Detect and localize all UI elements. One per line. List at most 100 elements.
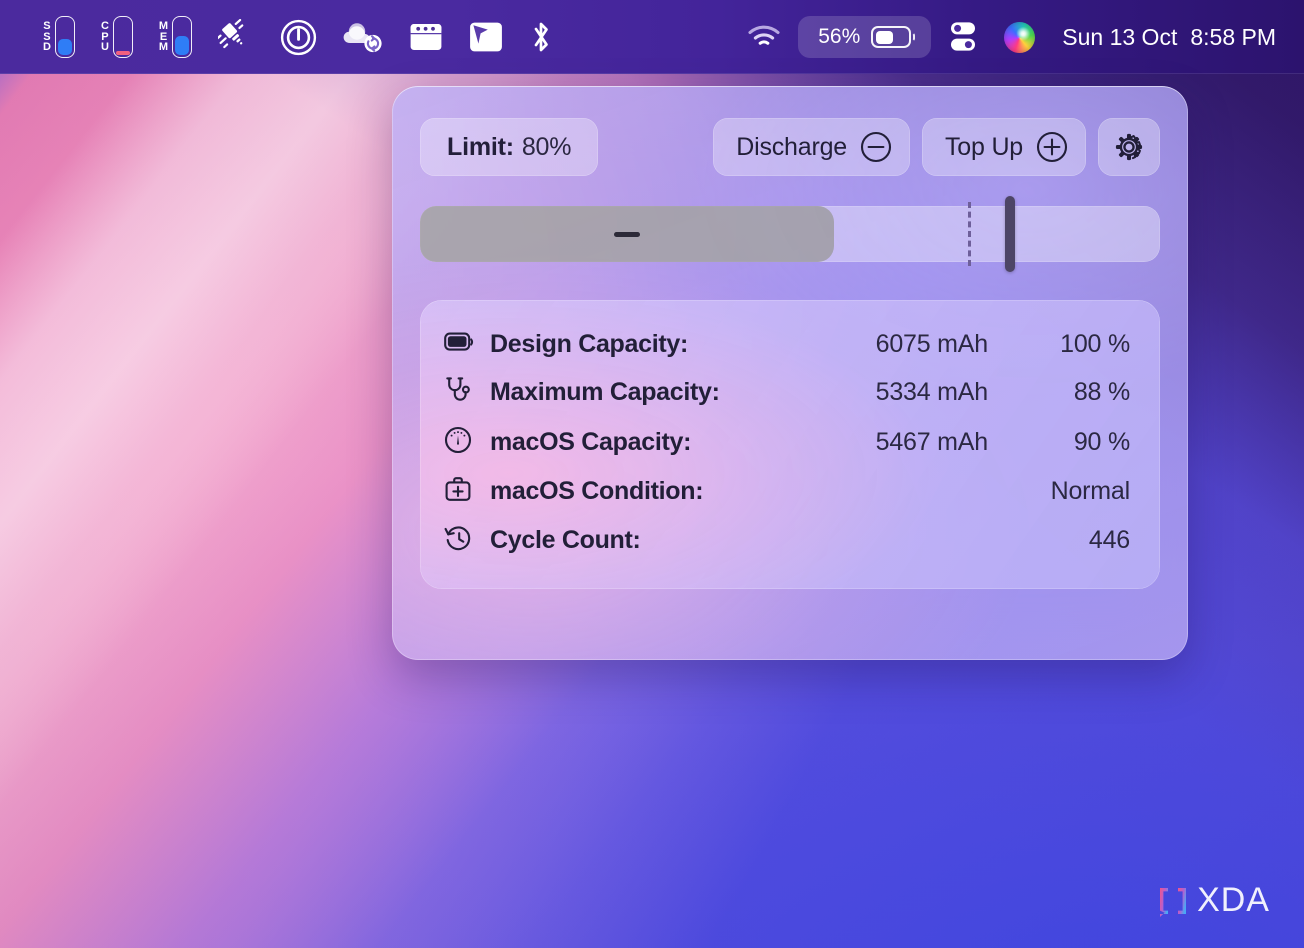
window-dots-icon — [410, 24, 442, 50]
mem-gauge-label: M E M — [159, 21, 168, 53]
medkit-icon — [445, 477, 471, 501]
stat-mah — [815, 516, 1022, 565]
top-up-button-label: Top Up — [944, 132, 1023, 161]
clock-time: 8:58 PM — [1190, 23, 1276, 50]
stat-mah — [815, 467, 1022, 516]
cpu-letter-3: U — [100, 41, 109, 54]
ssd-gauge-fill — [57, 38, 72, 55]
gear-icon — [1115, 133, 1143, 161]
popover-header: Limit: 80% Discharge Top Up — [392, 86, 1188, 176]
stat-mah: 5334 mAh — [875, 378, 989, 406]
stat-label: Maximum Capacity: — [490, 378, 720, 406]
menu-bar-item-siri[interactable] — [991, 10, 1048, 64]
table-row: macOS Capacity: 5467 mAh 90 % — [444, 418, 1130, 467]
menu-bar-item-pointer[interactable] — [456, 10, 516, 64]
menu-bar-clock[interactable]: Sun 13 Oct 8:58 PM — [1048, 24, 1286, 51]
row-icon-cell — [444, 322, 490, 367]
discharge-button[interactable]: Discharge — [713, 118, 910, 176]
charge-slider-fill — [420, 206, 835, 262]
ssd-gauge-label: S S D — [43, 21, 51, 53]
battery-popover-panel: Limit: 80% Discharge Top Up Design Capac… — [392, 86, 1188, 660]
gauge-icon — [444, 426, 472, 454]
row-icon-cell — [444, 367, 490, 418]
xda-watermark: XDA — [1156, 881, 1270, 920]
battery-body — [871, 26, 912, 48]
table-row: Cycle Count: 446 — [444, 516, 1130, 565]
menu-bar-right-group: 56% Sun 13 Oct 8:58 PM — [734, 10, 1304, 64]
power-circle-icon — [280, 19, 317, 55]
stat-percent: 100 % — [1060, 330, 1130, 358]
cleanmymac-icon — [218, 19, 244, 49]
row-icon-cell — [444, 467, 490, 516]
mem-gauge[interactable]: M E M — [159, 16, 193, 58]
pointer-square-icon — [470, 22, 502, 52]
battery-icon — [444, 332, 474, 351]
menu-bar-item-cleanmymac[interactable] — [205, 10, 267, 64]
battery-tip — [911, 32, 916, 42]
stat-label: macOS Condition: — [490, 477, 704, 505]
table-row: Design Capacity: 6075 mAh 100 % — [444, 322, 1130, 367]
cloud-sync-icon — [343, 23, 382, 53]
menu-bar-item-ssd[interactable]: S S D — [30, 10, 88, 64]
menu-bar-item-wifi[interactable] — [734, 10, 794, 64]
settings-button[interactable] — [1098, 118, 1160, 176]
ssd-gauge-tube — [54, 16, 75, 58]
ssd-gauge[interactable]: S S D — [43, 16, 75, 58]
slider-dash-indicator — [614, 231, 641, 237]
control-center-icon — [951, 22, 976, 51]
mem-letter-3: M — [158, 41, 169, 54]
charge-limit-key: Limit: — [447, 132, 514, 161]
siri-icon — [1004, 21, 1036, 53]
table-row: Maximum Capacity: 5334 mAh 88 % — [444, 367, 1130, 418]
menu-bar-item-bluetooth[interactable] — [516, 10, 566, 64]
battery-icon — [871, 26, 916, 48]
stethoscope-icon — [446, 377, 470, 401]
row-icon-cell — [444, 418, 490, 467]
menu-bar-item-window-manager[interactable] — [396, 10, 456, 64]
mem-gauge-fill — [175, 36, 190, 55]
xda-watermark-text: XDA — [1197, 881, 1270, 919]
menu-bar-item-cpu[interactable]: C P U — [88, 10, 146, 64]
xda-bubble-icon — [1160, 887, 1187, 917]
mem-gauge-tube — [172, 16, 193, 58]
cpu-gauge-label: C P U — [101, 21, 109, 53]
menu-bar-left-group: S S D C P U M E M — [0, 10, 566, 64]
menu-bar-item-battery[interactable]: 56% — [798, 16, 932, 58]
stat-percent: 88 % — [1073, 378, 1130, 406]
battery-stats-card: Design Capacity: 6075 mAh 100 % Maximum … — [420, 300, 1160, 589]
menu-bar-item-control-center[interactable] — [935, 10, 991, 64]
stat-label: Design Capacity: — [490, 330, 689, 358]
menu-bar-item-onedrive[interactable] — [330, 10, 396, 64]
stat-label: Cycle Count: — [490, 526, 641, 554]
row-icon-cell — [444, 516, 490, 565]
charge-slider-wrap — [392, 176, 1188, 272]
charge-limit-pill[interactable]: Limit: 80% — [420, 118, 599, 176]
charge-limit-value: 80% — [521, 132, 572, 161]
charge-slider-track[interactable] — [420, 196, 1160, 272]
wifi-icon — [748, 25, 780, 45]
plus-circle-icon — [1036, 131, 1068, 163]
ssd-letter-3: D — [43, 41, 51, 54]
stat-label: macOS Capacity: — [490, 428, 692, 456]
battery-level-fill — [875, 30, 894, 44]
bluetooth-icon — [534, 22, 548, 52]
top-up-button[interactable]: Top Up — [921, 118, 1086, 176]
clock-date: Sun 13 Oct — [1062, 23, 1178, 50]
popover-header-actions: Discharge Top Up — [713, 118, 1160, 176]
stat-percent: Normal — [1050, 477, 1131, 505]
stat-percent: 446 — [1088, 526, 1130, 554]
cpu-gauge-fill — [115, 50, 130, 55]
battery-stats-table: Design Capacity: 6075 mAh 100 % Maximum … — [444, 322, 1130, 565]
discharge-button-label: Discharge — [736, 132, 847, 161]
stat-mah: 6075 mAh — [875, 330, 989, 358]
charge-slider-dashed-marker — [967, 202, 971, 266]
cpu-gauge[interactable]: C P U — [101, 16, 133, 58]
stat-percent: 90 % — [1073, 428, 1130, 456]
minus-circle-icon — [860, 131, 892, 163]
menu-bar-item-mem[interactable]: M E M — [146, 10, 205, 64]
stat-mah: 5467 mAh — [875, 428, 989, 456]
charge-slider-thumb[interactable] — [1004, 196, 1015, 272]
history-icon — [444, 526, 471, 551]
cpu-gauge-tube — [112, 16, 133, 58]
menu-bar-item-power[interactable] — [267, 10, 330, 64]
